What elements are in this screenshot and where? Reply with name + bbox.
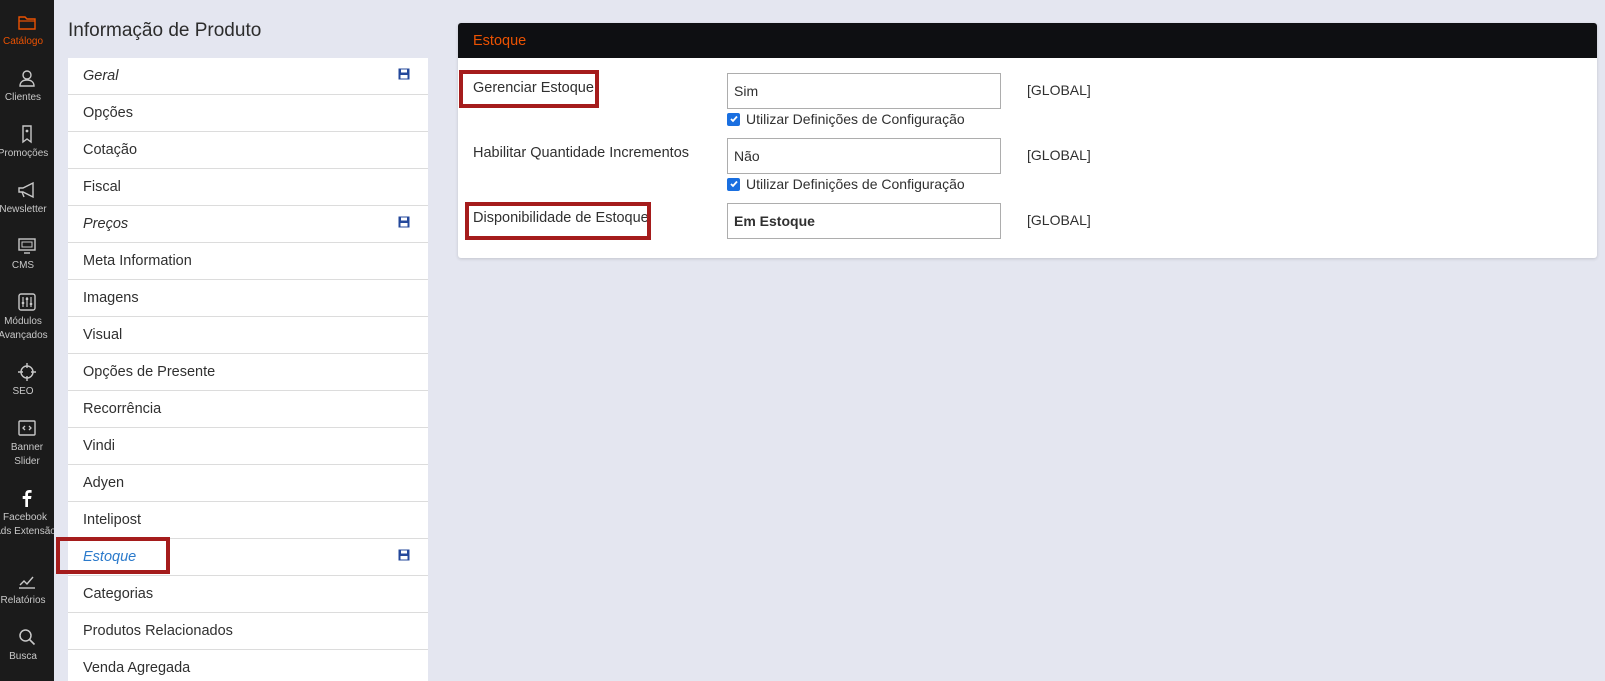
tab-label: Vindi <box>83 438 115 454</box>
stock-availability-label: Disponibilidade de Estoque <box>473 210 649 226</box>
sidebar-item-banner-slider[interactable]: Banner Slider <box>0 418 54 469</box>
tab-label: Intelipost <box>83 512 142 528</box>
tab-intelipost[interactable]: Intelipost <box>68 502 428 539</box>
tab-label: Fiscal <box>83 179 121 195</box>
checkmark-icon <box>729 115 738 123</box>
tab-estoque[interactable]: Estoque <box>68 539 428 576</box>
tab-label: Produtos Relacionados <box>83 623 233 639</box>
use-config-label: Utilizar Definições de Configuração <box>746 111 965 127</box>
sliders-icon <box>18 293 36 311</box>
tab-precos[interactable]: Preços <box>68 206 428 243</box>
tab-visual[interactable]: Visual <box>68 317 428 354</box>
manage-stock-value: Sim <box>734 83 759 99</box>
tab-imagens[interactable]: Imagens <box>68 280 428 317</box>
sidebar-item-label: Busca <box>9 651 37 662</box>
save-icon <box>398 68 410 80</box>
megaphone-icon <box>18 181 34 199</box>
tab-label: Recorrência <box>83 401 162 417</box>
sidebar-item-label: Facebook Ads Extensão <box>0 512 54 537</box>
sidebar-item-relatorios[interactable]: Relatórios <box>0 571 54 608</box>
monitor-icon <box>18 238 36 254</box>
qty-increments-select[interactable]: Não <box>727 138 1001 174</box>
user-icon <box>19 70 35 87</box>
tab-label: Geral <box>83 68 119 84</box>
sidebar-item-label: Clientes <box>4 92 42 103</box>
stock-availability-value: Em Estoque <box>734 213 815 229</box>
manage-stock-scope: [GLOBAL] <box>1027 82 1091 98</box>
sidebar-item-facebook-ads[interactable]: Facebook Ads Extensão <box>0 488 54 539</box>
sidebar-item-label: Banner Slider <box>10 442 44 467</box>
tab-label: Opções de Presente <box>83 364 216 380</box>
sidebar-item-promocoes[interactable]: Promoções <box>0 124 54 161</box>
tab-label: Adyen <box>83 475 125 491</box>
tab-label: Visual <box>83 327 123 343</box>
manage-stock-label: Gerenciar Estoque <box>473 80 594 96</box>
tab-recorrencia[interactable]: Recorrência <box>68 391 428 428</box>
sidebar-item-label: Relatórios <box>0 595 46 606</box>
sidebar-item-label: SEO <box>12 386 34 397</box>
tab-label: Imagens <box>83 290 139 306</box>
tab-label: Preços <box>83 216 129 232</box>
sidebar-item-catalogo[interactable]: Catálogo <box>0 14 54 49</box>
search-icon <box>19 629 36 646</box>
tab-produtos-relacionados[interactable]: Produtos Relacionados <box>68 613 428 650</box>
sidebar-item-label: CMS <box>11 260 35 271</box>
tag-icon <box>22 125 32 144</box>
tab-opcoes-de-presente[interactable]: Opções de Presente <box>68 354 428 391</box>
product-info-tabs: Geral Opções Cotação Fiscal Preços Meta … <box>68 58 428 681</box>
code-icon <box>18 420 36 436</box>
stock-section: Estoque Gerenciar Estoque Sim [GLOBAL] U… <box>458 23 1597 258</box>
admin-sidebar: Catálogo Clientes Promoções Newsletter C… <box>0 0 54 681</box>
folder-icon <box>18 16 36 30</box>
sidebar-item-cms[interactable]: CMS <box>0 236 54 273</box>
tab-cotacao[interactable]: Cotação <box>68 132 428 169</box>
tab-label: Categorias <box>83 586 154 602</box>
sidebar-item-label: Newsletter <box>0 204 47 215</box>
use-config-checkbox[interactable] <box>727 112 740 126</box>
sidebar-item-label: Promoções <box>0 148 49 159</box>
sidebar-item-busca[interactable]: Busca <box>0 627 54 664</box>
sidebar-item-label: Catálogo <box>2 36 44 47</box>
tab-label: Meta Information <box>83 253 192 269</box>
sidebar-item-newsletter[interactable]: Newsletter <box>0 180 54 217</box>
section-header: Estoque <box>458 23 1597 58</box>
qty-increments-use-config: Utilizar Definições de Configuração <box>727 176 965 192</box>
qty-increments-value: Não <box>734 148 760 164</box>
qty-increments-scope: [GLOBAL] <box>1027 147 1091 163</box>
stock-availability-scope: [GLOBAL] <box>1027 212 1091 228</box>
save-icon <box>398 549 410 561</box>
tab-categorias[interactable]: Categorias <box>68 576 428 613</box>
manage-stock-use-config: Utilizar Definições de Configuração <box>727 111 965 127</box>
sidebar-item-modulos-avancados[interactable]: Módulos Avançados <box>0 292 54 343</box>
tab-geral[interactable]: Geral <box>68 58 428 95</box>
sidebar-item-clientes[interactable]: Clientes <box>0 68 54 105</box>
stock-availability-select[interactable]: Em Estoque <box>727 203 1001 239</box>
tab-label: Opções <box>83 105 133 121</box>
use-config-label: Utilizar Definições de Configuração <box>746 176 965 192</box>
qty-increments-label: Habilitar Quantidade Incrementos <box>473 145 690 161</box>
page-title: Informação de Produto <box>68 20 262 41</box>
facebook-icon <box>22 490 32 507</box>
tab-label: Venda Agregada <box>83 660 191 676</box>
tab-opcoes[interactable]: Opções <box>68 95 428 132</box>
tab-adyen[interactable]: Adyen <box>68 465 428 502</box>
chart-icon <box>19 576 35 589</box>
sidebar-item-label: Módulos Avançados <box>0 316 48 341</box>
tab-meta-information[interactable]: Meta Information <box>68 243 428 280</box>
tab-label: Cotação <box>83 142 138 158</box>
tab-label: Estoque <box>83 549 137 565</box>
section-title: Estoque <box>473 32 527 49</box>
tab-vindi[interactable]: Vindi <box>68 428 428 465</box>
save-icon <box>398 216 410 228</box>
sidebar-item-seo[interactable]: SEO <box>0 362 54 399</box>
checkmark-icon <box>729 180 738 188</box>
tab-venda-agregada[interactable]: Venda Agregada <box>68 650 428 681</box>
use-config-checkbox[interactable] <box>727 177 740 191</box>
crosshair-icon <box>18 363 36 381</box>
manage-stock-select[interactable]: Sim <box>727 73 1001 109</box>
tab-fiscal[interactable]: Fiscal <box>68 169 428 206</box>
